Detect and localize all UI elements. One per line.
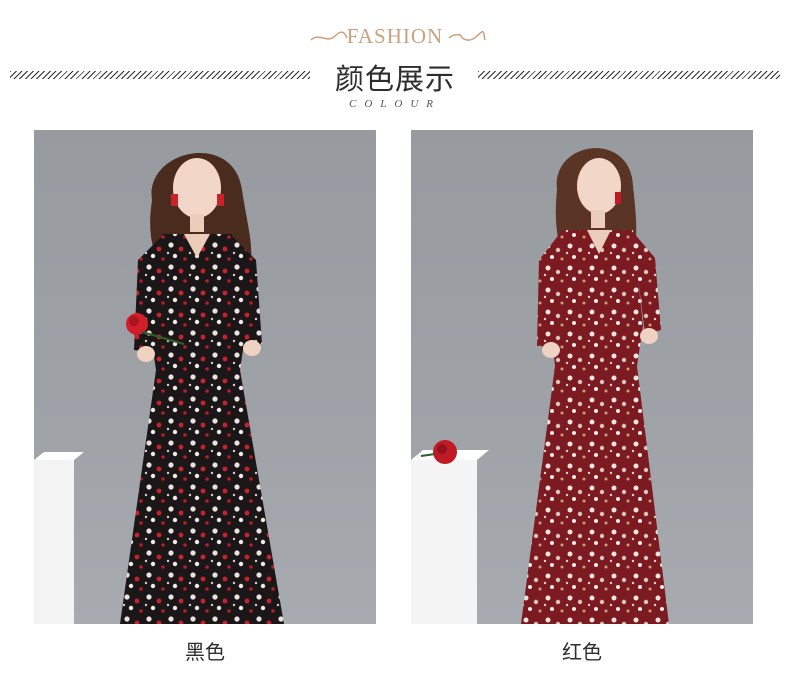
right-hatch-divider — [478, 71, 780, 79]
fashion-heading: FASHION — [346, 24, 444, 48]
color-label-red: 红色 — [562, 640, 602, 664]
product-photo-red — [411, 130, 753, 624]
black-dress-illustration — [34, 152, 284, 624]
section-subtitle: COLOUR — [348, 98, 441, 110]
right-flourish-icon — [448, 30, 486, 41]
color-label-black: 黑色 — [185, 640, 225, 664]
product-photo-black — [34, 130, 376, 624]
section-header: FASHION 颜色展示 COLOUR — [0, 0, 790, 120]
red-dress-illustration — [411, 148, 669, 624]
